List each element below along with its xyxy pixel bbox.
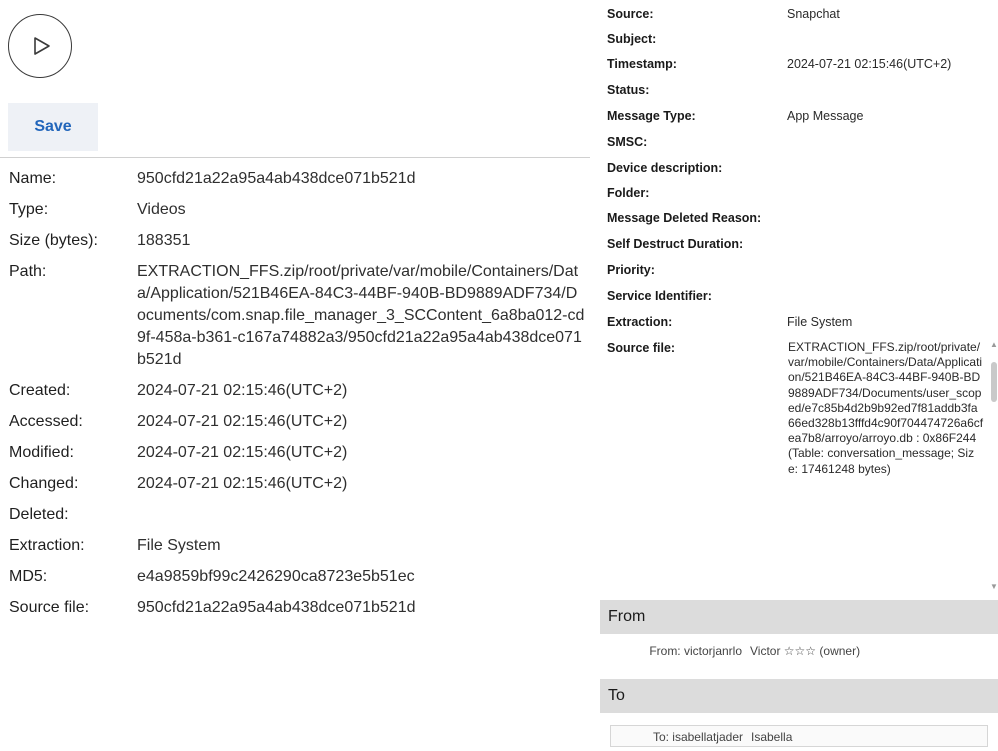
msg-label: Source file: bbox=[607, 341, 676, 355]
prop-path: Path: EXTRACTION_FFS.zip/root/private/va… bbox=[9, 261, 589, 371]
msg-subject: Subject: bbox=[607, 31, 787, 48]
prop-label: Type: bbox=[9, 201, 49, 218]
prop-type: Type: Videos bbox=[9, 199, 589, 221]
message-details-pane: Source: Snapchat Subject: Timestamp: 202… bbox=[600, 0, 998, 751]
prop-source-file: Source file: 950cfd21a22a95a4ab438dce071… bbox=[9, 597, 589, 619]
source-file-textbox[interactable]: EXTRACTION_FFS.zip/root/private/var/mobi… bbox=[788, 340, 988, 592]
file-details-pane: Save Name: 950cfd21a22a95a4ab438dce071b5… bbox=[0, 0, 590, 751]
to-label: To: isabellatjader bbox=[652, 730, 743, 744]
msg-label: Subject: bbox=[607, 32, 657, 46]
prop-label: MD5: bbox=[9, 568, 48, 585]
scroll-up-icon[interactable]: ▲ bbox=[990, 340, 998, 350]
prop-label: Path: bbox=[9, 263, 47, 280]
prop-size: Size (bytes): 188351 bbox=[9, 230, 589, 252]
prop-label: Source file: bbox=[9, 599, 90, 616]
prop-modified: Modified: 2024-07-21 02:15:46(UTC+2) bbox=[9, 442, 589, 464]
prop-created: Created: 2024-07-21 02:15:46(UTC+2) bbox=[9, 380, 589, 402]
prop-value: 950cfd21a22a95a4ab438dce071b521d bbox=[137, 599, 416, 616]
prop-value: File System bbox=[137, 537, 221, 554]
prop-value: Videos bbox=[137, 201, 186, 218]
msg-folder: Folder: bbox=[607, 185, 787, 202]
msg-value: App Message bbox=[787, 109, 864, 123]
prop-md5: MD5: e4a9859bf99c2426290ca8723e5b51ec bbox=[9, 566, 589, 588]
msg-service-id: Service Identifier: bbox=[607, 288, 787, 305]
from-label: From: victorjanrlo bbox=[649, 644, 742, 658]
msg-label: Service Identifier: bbox=[607, 289, 712, 303]
prop-value: 188351 bbox=[137, 232, 191, 249]
msg-timestamp: Timestamp: 2024-07-21 02:15:46(UTC+2) bbox=[607, 56, 951, 73]
msg-deleted-reason: Message Deleted Reason: bbox=[607, 210, 787, 227]
msg-label: Message Deleted Reason: bbox=[607, 211, 762, 225]
prop-accessed: Accessed: 2024-07-21 02:15:46(UTC+2) bbox=[9, 411, 589, 433]
msg-priority: Priority: bbox=[607, 262, 787, 279]
msg-label: Extraction: bbox=[607, 315, 673, 329]
msg-extraction: Extraction: File System bbox=[607, 314, 852, 331]
prop-value bbox=[137, 504, 589, 526]
prop-label: Accessed: bbox=[9, 413, 83, 430]
msg-status: Status: bbox=[607, 82, 787, 99]
prop-deleted: Deleted: bbox=[9, 504, 589, 526]
msg-device: Device description: bbox=[607, 160, 787, 177]
source-file-scrollbar[interactable]: ▲ ▼ bbox=[990, 340, 998, 592]
msg-self-destruct: Self Destruct Duration: bbox=[607, 236, 787, 253]
msg-label: Self Destruct Duration: bbox=[607, 237, 744, 251]
prop-label: Created: bbox=[9, 382, 71, 399]
prop-value: 2024-07-21 02:15:46(UTC+2) bbox=[137, 475, 348, 492]
scroll-thumb[interactable] bbox=[991, 362, 997, 402]
msg-label: Timestamp: bbox=[607, 57, 677, 71]
to-party-row[interactable]: To: isabellatjader Isabella bbox=[610, 725, 988, 747]
prop-extraction: Extraction: File System bbox=[9, 535, 589, 557]
prop-name: Name: 950cfd21a22a95a4ab438dce071b521d bbox=[9, 168, 589, 190]
play-icon bbox=[34, 37, 50, 55]
msg-label: SMSC: bbox=[607, 135, 648, 149]
msg-label: Priority: bbox=[607, 263, 655, 277]
msg-label: Source: bbox=[607, 7, 654, 21]
prop-label: Extraction: bbox=[9, 537, 85, 554]
msg-source-file: Source file: bbox=[607, 340, 787, 357]
prop-label: Changed: bbox=[9, 475, 79, 492]
from-party-row[interactable]: From: victorjanrlo Victor ☆☆☆ (owner) bbox=[610, 640, 988, 662]
prop-label: Deleted: bbox=[9, 506, 69, 523]
msg-value: Snapchat bbox=[787, 7, 840, 21]
file-properties: Name: 950cfd21a22a95a4ab438dce071b521d T… bbox=[9, 168, 589, 628]
msg-label: Status: bbox=[607, 83, 650, 97]
prop-label: Size (bytes): bbox=[9, 232, 98, 249]
msg-source: Source: Snapchat bbox=[607, 6, 840, 23]
prop-value: 2024-07-21 02:15:46(UTC+2) bbox=[137, 413, 348, 430]
save-button[interactable]: Save bbox=[8, 103, 98, 151]
play-button[interactable] bbox=[8, 14, 72, 78]
source-file-text: EXTRACTION_FFS.zip/root/private/var/mobi… bbox=[788, 340, 984, 476]
to-section-header[interactable]: To bbox=[600, 679, 998, 713]
msg-smsc: SMSC: bbox=[607, 134, 787, 151]
divider bbox=[0, 157, 590, 158]
scroll-down-icon[interactable]: ▼ bbox=[990, 582, 998, 592]
msg-label: Message Type: bbox=[607, 109, 696, 123]
msg-type: Message Type: App Message bbox=[607, 108, 863, 125]
prop-value: EXTRACTION_FFS.zip/root/private/var/mobi… bbox=[137, 263, 585, 368]
msg-value: 2024-07-21 02:15:46(UTC+2) bbox=[787, 57, 952, 71]
msg-label: Device description: bbox=[607, 161, 723, 175]
prop-label: Modified: bbox=[9, 444, 74, 461]
prop-value: 2024-07-21 02:15:46(UTC+2) bbox=[137, 444, 348, 461]
msg-value: File System bbox=[787, 315, 853, 329]
prop-label: Name: bbox=[9, 170, 57, 187]
prop-changed: Changed: 2024-07-21 02:15:46(UTC+2) bbox=[9, 473, 589, 495]
to-name: Isabella bbox=[751, 730, 793, 744]
prop-value: 950cfd21a22a95a4ab438dce071b521d bbox=[137, 170, 416, 187]
prop-value: e4a9859bf99c2426290ca8723e5b51ec bbox=[137, 568, 415, 585]
from-section-header[interactable]: From bbox=[600, 600, 998, 634]
from-name: Victor ☆☆☆ (owner) bbox=[750, 644, 861, 658]
prop-value: 2024-07-21 02:15:46(UTC+2) bbox=[137, 382, 348, 399]
msg-label: Folder: bbox=[607, 186, 650, 200]
